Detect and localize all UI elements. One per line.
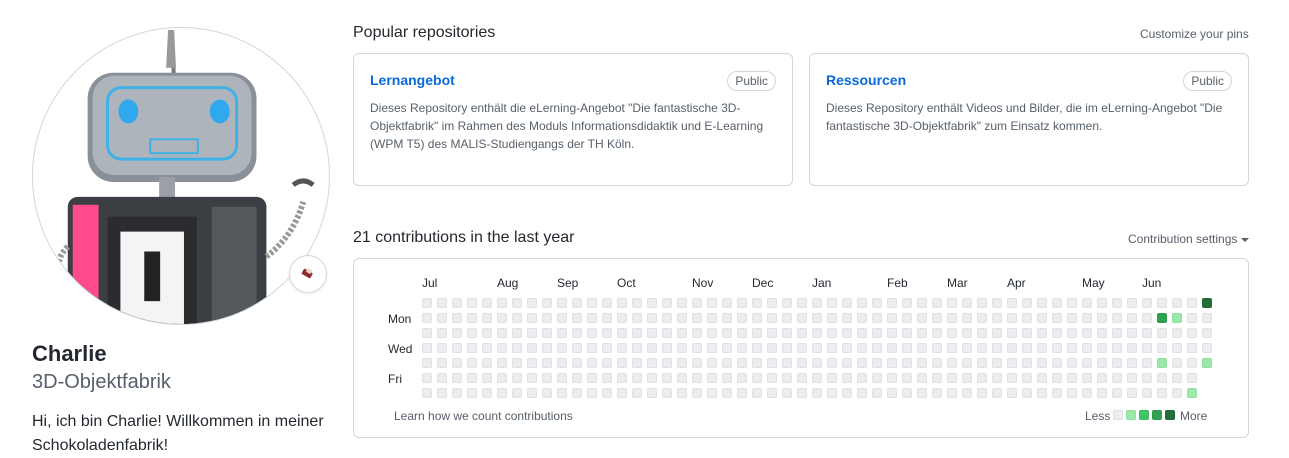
day-label: Fri <box>388 372 402 386</box>
month-label: Sep <box>557 276 579 290</box>
month-label: Feb <box>887 276 908 290</box>
month-label: Nov <box>692 276 714 290</box>
contribution-settings-label: Contribution settings <box>1128 232 1238 246</box>
repo-description: Dieses Repository enthält die eLerning-A… <box>370 101 764 151</box>
profile-login: 3D-Objektfabrik <box>32 371 171 393</box>
profile-avatar[interactable] <box>32 27 330 325</box>
legend-swatch <box>1113 410 1123 420</box>
repo-description: Dieses Repository enthält Videos und Bil… <box>826 101 1223 133</box>
repo-name-link[interactable]: Lernangebot <box>370 72 455 88</box>
pinned-title: Popular repositories <box>353 24 496 41</box>
month-label: Jun <box>1142 276 1162 290</box>
month-label: Jan <box>812 276 832 290</box>
legend-swatch <box>1139 410 1149 420</box>
status-button[interactable] <box>289 255 327 293</box>
legend-swatch <box>1152 410 1162 420</box>
legend-swatch <box>1165 410 1175 420</box>
month-label: Mar <box>947 276 968 290</box>
legend-less: Less <box>1085 409 1111 423</box>
visibility-badge: Public <box>1183 71 1232 91</box>
repo-card: Lernangebot Public Dieses Repository ent… <box>353 53 793 186</box>
month-label: May <box>1082 276 1105 290</box>
repo-card: Ressourcen Public Dieses Repository enth… <box>809 53 1249 186</box>
customize-pins-link[interactable]: Customize your pins <box>1140 27 1249 41</box>
profile-name: Charlie <box>32 341 107 366</box>
caret-down-icon <box>1241 237 1250 242</box>
legend-swatch <box>1126 410 1136 420</box>
repo-name-link[interactable]: Ressourcen <box>826 72 906 88</box>
month-label: Dec <box>752 276 774 290</box>
profile-bio: Hi, ich bin Charlie! Willkommen in meine… <box>32 413 324 454</box>
month-label: Oct <box>617 276 636 290</box>
robot-avatar-icon <box>56 29 315 324</box>
month-label: Jul <box>422 276 438 290</box>
contribution-settings-dropdown[interactable]: Contribution settings <box>1128 232 1250 246</box>
learn-contributions-link[interactable]: Learn how we count contributions <box>394 409 573 423</box>
month-label: Apr <box>1007 276 1026 290</box>
legend-more: More <box>1180 409 1208 423</box>
day-label: Mon <box>388 312 412 326</box>
contributions-title: 21 contributions in the last year <box>353 229 575 246</box>
chocolate-emoji-icon <box>301 268 313 279</box>
day-label: Wed <box>388 342 413 356</box>
month-label: Aug <box>497 276 519 290</box>
visibility-badge: Public <box>727 71 776 91</box>
